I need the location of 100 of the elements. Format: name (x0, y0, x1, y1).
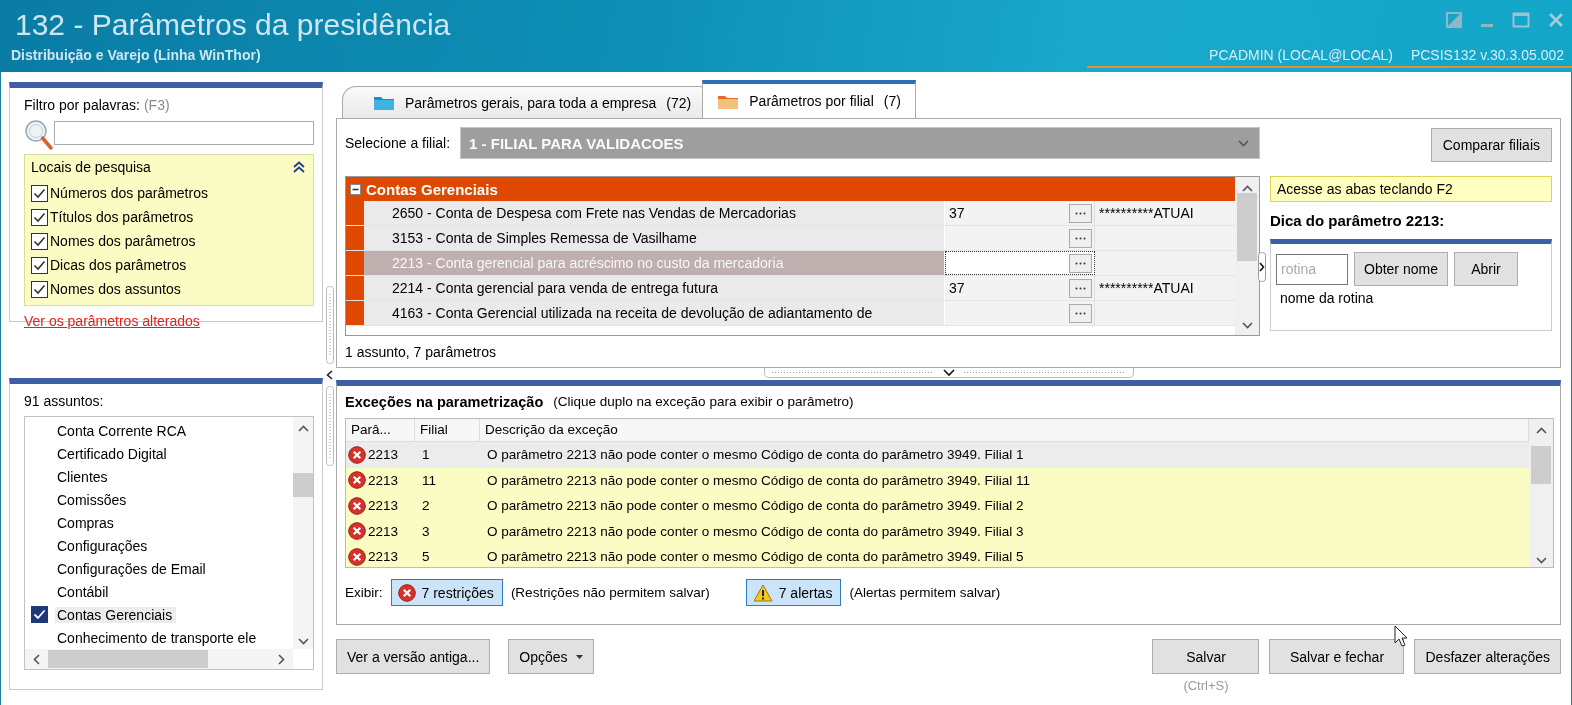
list-item[interactable]: Clientes (55, 468, 112, 485)
panel-note: (Clique duplo na exceção para exibir o parâmetro) (553, 394, 854, 410)
scroll-right-icon (278, 653, 285, 665)
scrollbar-thumb[interactable] (1531, 446, 1551, 485)
column-header[interactable]: Parâ... (346, 419, 415, 441)
list-item[interactable]: Configurações de Email (55, 560, 210, 577)
list-item[interactable]: Comissões (55, 491, 131, 508)
warning-icon (752, 583, 773, 602)
filter-toggle[interactable]: 7 alertas (745, 579, 842, 606)
splitter-handle-icon[interactable] (325, 386, 334, 466)
ellipsis-button[interactable] (1069, 228, 1092, 248)
compare-button[interactable]: Comparar filiais (1430, 128, 1552, 162)
table-cell-text: O parâmetro 2213 não pode conter o mesmo Código de conta do parâmetro 3949. Filial 5 (486, 549, 1025, 565)
table-row[interactable]: 2213 3 O parâmetro 2213 não pode conter o mesmo Código de conta do parâmetro 3949. Filial 3 (346, 518, 1529, 544)
tab[interactable]: Parâmetros por filial (7) (702, 80, 916, 118)
routine-field[interactable]: rotina (1276, 253, 1348, 285)
scroll-down-icon (1241, 322, 1253, 329)
scrollbar[interactable] (25, 649, 293, 669)
table-cell-text: O parâmetro 2213 não pode conter o mesmo Código de conta do parâmetro 3949. Filial 1 (486, 447, 1025, 463)
checkbox[interactable] (31, 232, 48, 250)
filter-note: (Restrições não permitem salvar) (510, 585, 710, 600)
value-field[interactable]: 37 (945, 276, 1095, 300)
error-icon (348, 471, 366, 490)
open-button[interactable]: Abrir (1453, 252, 1518, 286)
collapse-right-icon[interactable] (1258, 252, 1266, 282)
table-cell-text: O parâmetro 2213 não pode conter o mesmo Código de conta do parâmetro 3949. Filial 11 (486, 472, 1032, 488)
scrollbar-thumb[interactable] (48, 650, 208, 668)
error-icon (348, 522, 366, 541)
group-title: Contas Gerenciais (366, 180, 498, 198)
table-cell-text: 1 (421, 447, 431, 463)
error-icon (348, 445, 366, 464)
button[interactable]: Desfazer alterações (1414, 639, 1561, 674)
list-item[interactable]: Configurações (55, 537, 152, 554)
checkbox-label: Nomes dos parâmetros (50, 233, 196, 249)
table-cell-text: 2 (421, 498, 431, 514)
button[interactable]: Salvar e fechar (1269, 639, 1405, 674)
tab[interactable]: Parâmetros gerais, para toda a empresa (72) (342, 86, 705, 118)
maximize-icon[interactable] (1512, 12, 1530, 28)
list-item[interactable]: Contábil (55, 583, 113, 600)
checkbox[interactable] (31, 280, 48, 298)
checkbox[interactable] (31, 208, 48, 226)
close-icon[interactable] (1548, 12, 1564, 28)
parameter-description: **********ATUAI (1099, 205, 1194, 221)
ellipsis-button[interactable] (1069, 253, 1092, 273)
list-item[interactable]: Conta Corrente RCA (55, 422, 191, 439)
table-cell: 2213 (368, 549, 399, 565)
scrollbar-thumb[interactable] (1237, 193, 1257, 261)
filter-note: (Alertas permitem salvar) (849, 585, 1001, 600)
scrollbar[interactable] (1235, 177, 1259, 335)
list-item[interactable]: Compras (55, 514, 118, 531)
checkbox-label: Dicas dos parâmetros (50, 257, 187, 273)
list-item[interactable]: Conhecimento de transporte ele (55, 629, 261, 646)
mouse-pointer-icon (1394, 625, 1408, 647)
collapse-icon[interactable] (293, 161, 305, 173)
splitter-handle-icon[interactable] (325, 286, 334, 364)
checkbox[interactable] (31, 256, 48, 274)
collapse-left-icon[interactable] (326, 370, 333, 380)
scrollbar[interactable] (1529, 419, 1553, 567)
tab-label: Parâmetros gerais, para toda a empresa (405, 94, 657, 111)
button[interactable]: Salvar (1152, 639, 1260, 674)
ellipsis-button[interactable] (1069, 278, 1092, 298)
search-icon (24, 119, 54, 151)
table-row[interactable]: 2213 5 O parâmetro 2213 não pode conter o mesmo Código de conta do parâmetro 3949. Filial 5 (346, 544, 1529, 567)
splitter-handle-icon[interactable] (763, 368, 1134, 378)
panel-title: Exceções na parametrização (345, 394, 544, 410)
checkbox-label: Nomes dos assuntos (50, 281, 181, 297)
table-row[interactable]: 2213 11 O parâmetro 2213 não pode conter o mesmo Código de conta do parâmetro 3949. Filial 11 (346, 467, 1529, 493)
column-header[interactable]: Filial (415, 419, 480, 441)
table-cell-text: 3 (421, 523, 431, 539)
error-icon (348, 496, 366, 515)
checkbox[interactable] (31, 606, 48, 623)
table-row[interactable]: 2213 2 O parâmetro 2213 não pode conter o mesmo Código de conta do parâmetro 3949. Filial 2 (346, 493, 1529, 519)
search-field[interactable] (54, 121, 314, 145)
ellipsis-button[interactable] (1069, 303, 1092, 323)
scrollbar-thumb[interactable] (293, 473, 313, 497)
branch-label: Selecione a filial: (345, 135, 451, 151)
parameter-title: 3153 - Conta de Simples Remessa de Vasilhame (392, 230, 697, 246)
scroll-up-icon (1535, 427, 1547, 434)
tab-count: (7) (883, 93, 901, 109)
scroll-down-icon (1535, 556, 1547, 564)
link[interactable]: Ver os parâmetros alterados (24, 313, 200, 329)
checkbox[interactable] (31, 184, 48, 202)
filter-toggle[interactable]: 7 restrições (390, 579, 503, 606)
value-field[interactable] (945, 251, 1095, 275)
list-item[interactable]: Contas Gerenciais (55, 606, 177, 623)
restore-icon[interactable] (1446, 12, 1462, 28)
shortcut-hint: (Ctrl+S) (1183, 678, 1229, 693)
error-icon (397, 583, 416, 602)
value-field[interactable]: 37 (945, 201, 1095, 225)
table-row[interactable]: 2213 1 O parâmetro 2213 não pode conter o mesmo Código de conta do parâmetro 3949. Filial 1 (346, 442, 1529, 468)
get-name-button[interactable]: Obter nome (1354, 252, 1448, 286)
collapse-icon[interactable] (350, 183, 361, 195)
dropdown-button[interactable]: Opções (508, 639, 594, 674)
scrollbar[interactable] (293, 417, 313, 649)
ellipsis-button[interactable] (1069, 203, 1092, 223)
tab-label: Parâmetros por filial (749, 93, 874, 109)
list-item[interactable]: Certificado Digital (55, 445, 171, 462)
button[interactable]: Ver a versão antiga... (336, 639, 491, 674)
section-title: Locais de pesquisa (31, 159, 151, 175)
table-cell: 2213 (368, 447, 399, 463)
